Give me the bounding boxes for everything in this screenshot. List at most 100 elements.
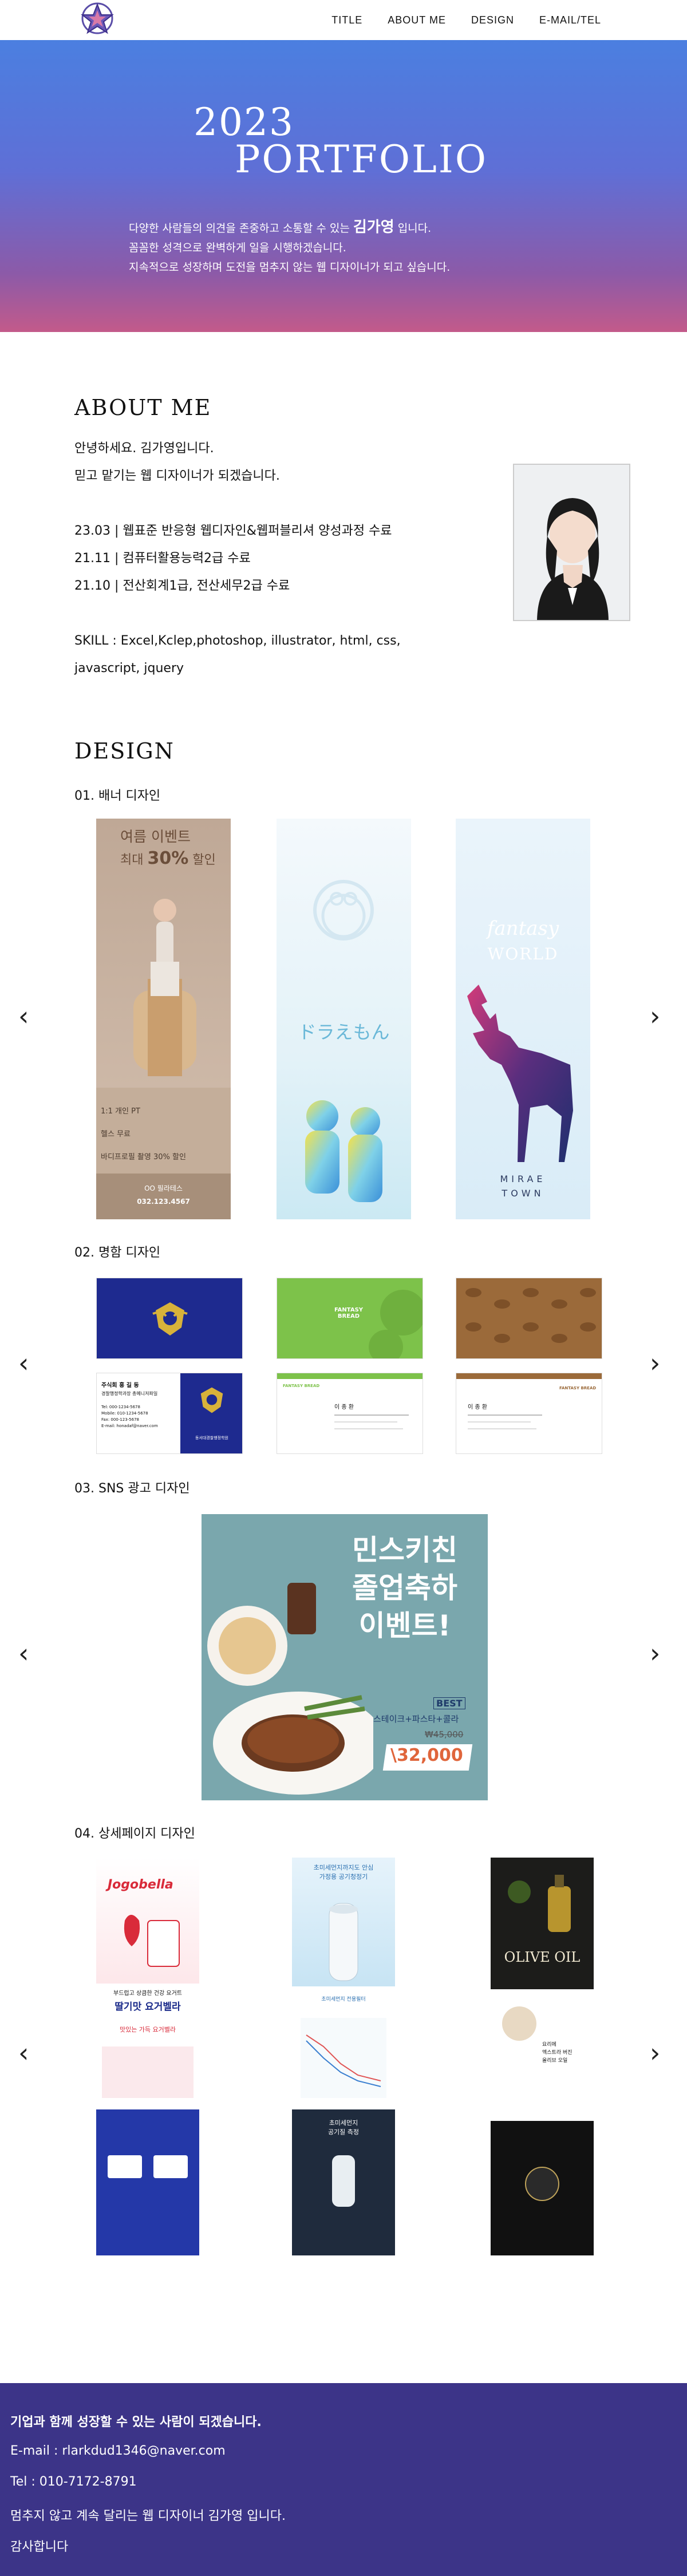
card1-line: Tel: 000-1234-5678 — [101, 1405, 140, 1409]
detail-next-arrow-icon[interactable]: › — [650, 2040, 660, 2066]
section-detail-title: 04. 상세페이지 디자인 — [74, 1827, 195, 1841]
sns-best: BEST — [433, 1697, 465, 1709]
hero-line1-post: 입니다. — [397, 222, 432, 235]
hero-line2: 꼼꼼한 성격으로 완벽하게 일을 시행하겠습니다. — [129, 242, 346, 254]
card-prev-arrow-icon[interactable]: ‹ — [18, 1350, 29, 1376]
air-quality-graph-image — [301, 2018, 386, 2098]
detail3-mid2: 엑스트라 버진 — [542, 2050, 572, 2056]
footer-line4: 멈추지 않고 계속 달리는 웹 디자이너 김가영 입니다. — [10, 2509, 286, 2523]
skill-line-1: SKILL : Excel,Kclep,photoshop, illustrat… — [74, 634, 401, 648]
footer: 기업과 함께 성장할 수 있는 사람이 되겠습니다. E-mail : rlar… — [0, 2383, 687, 2576]
sns-prev-arrow-icon[interactable]: ‹ — [18, 1640, 29, 1666]
star-logo-icon[interactable] — [74, 1, 120, 39]
about-text: 안녕하세요. 김가영입니다. 믿고 맡기는 웹 디자이너가 되겠습니다. 23.… — [74, 435, 475, 682]
banner-next-arrow-icon[interactable]: › — [650, 1003, 660, 1029]
card1-line: Mobile: 010-1234-5678 — [101, 1411, 148, 1416]
banner2-title: ドラえもん — [298, 1021, 390, 1043]
deer-silhouette-image — [467, 985, 573, 1162]
card-bread-brown-back[interactable]: FANTASY BREAD 이 종 환 — [456, 1373, 602, 1454]
sns-line1: 민스키친 — [352, 1534, 457, 1567]
steak-plate-image — [207, 1583, 373, 1795]
design-heading: DESIGN — [74, 738, 175, 764]
nav-link-design[interactable]: DESIGN — [471, 14, 514, 26]
nav-link-email-tel[interactable]: E-MAIL/TEL — [539, 14, 601, 26]
footer-tel[interactable]: Tel : 010-7172-8791 — [10, 2475, 137, 2489]
about-greeting-1: 안녕하세요. 김가영입니다. — [74, 441, 214, 456]
history-item: 21.11 | 컴퓨터활용능력2급 수료 — [74, 551, 251, 566]
kids-silhouette-image — [305, 1100, 382, 1202]
card-bread-brown-front[interactable] — [456, 1278, 602, 1359]
card-police-back[interactable]: 주식회 홍 길 동 경찰행정학과장 총메니저파일 Tel: 000-1234-5… — [96, 1373, 243, 1454]
banner1-sub-pre: 최대 — [120, 853, 144, 867]
nav-link-title[interactable]: TITLE — [331, 14, 362, 26]
footer-email[interactable]: E-mail : rlarkdud1346@naver.com — [10, 2444, 226, 2458]
skill-line-2: javascript, jquery — [74, 661, 184, 675]
card3-brand2: BREAD — [581, 1386, 597, 1390]
detail2-mid: 초미세먼지 전용필터 — [321, 1997, 366, 2002]
banner1-line2: 헬스 무료 — [101, 1130, 131, 1139]
card-bread-green-front[interactable]: FANTASY BREAD — [277, 1278, 423, 1359]
card-bread-green-back[interactable]: FANTASY BREAD 이 종 환 — [277, 1373, 423, 1454]
nav-link-about-me[interactable]: ABOUT ME — [388, 14, 446, 26]
detail2-title1: 초미세먼지까지도 안심 — [313, 1864, 374, 1871]
card2-brand1: FANTASY — [334, 1307, 364, 1313]
hero-line3: 지속적으로 성장하며 도전을 멈추지 않는 웹 디자이너가 되고 싶습니다. — [129, 261, 451, 274]
olive-oil-bottle-image — [508, 1875, 571, 1932]
detail1-tag1: 부드럽고 상큼한 건강 요거트 — [113, 1990, 182, 1997]
hero-section: 2023 PORTFOLIO 다양한 사람들의 의견을 존중하고 소통할 수 있… — [0, 40, 687, 332]
hero-description: 다양한 사람들의 의견을 존중하고 소통할 수 있는 김가영 입니다. 꼼꼼한 … — [129, 218, 575, 277]
card-next-arrow-icon[interactable]: › — [650, 1350, 660, 1376]
card3-name: 이 종 환 — [468, 1404, 487, 1411]
detail-air-purifier[interactable]: 초미세먼지까지도 안심 가정용 공기청정기 초미세먼지 전용필터 초미세먼지 공… — [292, 1858, 395, 2255]
banner-doraemon[interactable]: ドラえもん — [277, 819, 411, 1219]
section-card-title: 02. 명함 디자인 — [74, 1246, 161, 1260]
detail3-mid3: 올리브 오일 — [542, 2058, 568, 2064]
card1-org: 경찰행정학과장 총메니저파일 — [101, 1391, 158, 1396]
detail2-title2: 가정용 공기청정기 — [319, 1873, 368, 1880]
detail1-brand: Jogobella — [108, 1878, 173, 1892]
doraemon-icon — [313, 880, 374, 941]
pilates-figure-image — [133, 899, 196, 1076]
about-heading: ABOUT ME — [74, 395, 212, 420]
card1-name: 주식회 홍 길 동 — [101, 1382, 139, 1389]
section-sns-title: 03. SNS 광고 디자인 — [74, 1481, 190, 1496]
police-emblem-icon — [152, 1302, 188, 1336]
card2b-brand1: FANTASY — [283, 1384, 303, 1388]
banner-fitness[interactable]: 여름 이벤트 최대 30% 할인 1:1 개인 PT 헬스 무료 바디프로필 촬… — [96, 819, 231, 1219]
card1-line: Fax: 000-123-5678 — [101, 1417, 139, 1422]
air-purifier-image — [329, 1903, 358, 1981]
bread-pattern-brown-icon — [465, 1288, 596, 1343]
banner3-title2: WORLD — [487, 945, 559, 963]
banner-prev-arrow-icon[interactable]: ‹ — [18, 1003, 29, 1029]
sns-next-arrow-icon[interactable]: › — [650, 1640, 660, 1666]
sns-new-price: \32,000 — [390, 1745, 463, 1765]
card-police-front[interactable] — [96, 1278, 243, 1359]
hero-line1-pre: 다양한 사람들의 의견을 존중하고 소통할 수 있는 — [129, 222, 350, 235]
about-greeting-2: 믿고 맡기는 웹 디자이너가 되겠습니다. — [74, 469, 280, 483]
detail3-title: OLIVE OIL — [504, 1949, 581, 1965]
detail-prev-arrow-icon[interactable]: ‹ — [18, 2040, 29, 2066]
banner1-sub-pct: 30% — [147, 848, 189, 868]
footer-line5: 감사합니다 — [10, 2540, 69, 2554]
sns-ad-image[interactable]: 민스키친 졸업축하 이벤트! BEST 스테이크+파스타+콜라 ₩45,000 … — [202, 1514, 488, 1800]
detail1-title: 딸기맛 요거벨라 — [114, 2001, 181, 2013]
detail-yogurt[interactable]: Jogobella 부드럽고 상큼한 건강 요거트 딸기맛 요거벨라 맛있는 가… — [96, 1858, 199, 2255]
detail1-sub: 맛있는 가득 요거벨라 — [119, 2026, 176, 2033]
profile-photo — [513, 464, 630, 621]
card3-brand1: FANTASY — [559, 1386, 580, 1390]
sns-menu: 스테이크+파스타+콜라 — [373, 1714, 459, 1724]
card2-brand2: BREAD — [337, 1313, 360, 1319]
banner3-bottom2: TOWN — [502, 1188, 544, 1199]
section-banner-title: 01. 배너 디자인 — [74, 789, 161, 803]
strawberry-yogurt-image — [124, 1915, 180, 1967]
card1-label: 동서대경찰행정학원 — [195, 1436, 228, 1440]
history-item: 21.10 | 전산회계1급, 전산세무2급 수료 — [74, 579, 290, 593]
detail-olive-oil[interactable]: OLIVE OIL 요리에 엑스트라 버진 올리브 오일 — [491, 1858, 594, 2255]
hero-name: 김가영 — [353, 219, 394, 236]
banner1-title: 여름 이벤트 — [120, 828, 191, 845]
sns-old-price: ₩45,000 — [425, 1729, 464, 1740]
banner-fantasy-world[interactable]: fantasy WORLD MIRAE TOWN — [456, 819, 590, 1219]
card2b-brand2: BREAD — [304, 1384, 320, 1388]
banner1-line3: 바디프로필 촬영 30% 할인 — [101, 1153, 186, 1161]
footer-line1: 기업과 함께 성장할 수 있는 사람이 되겠습니다. — [10, 2415, 262, 2429]
